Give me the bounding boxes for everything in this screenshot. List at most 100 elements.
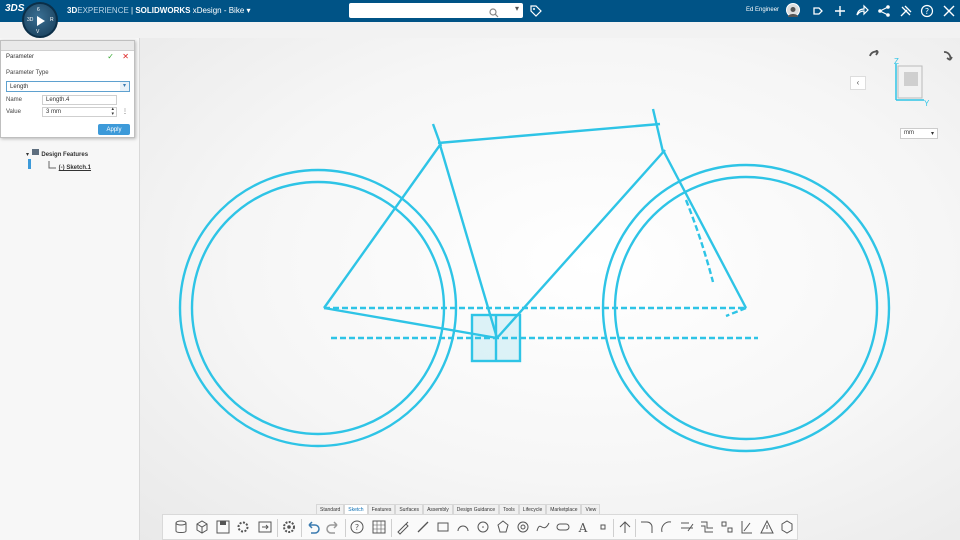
tab-standard[interactable]: Standard bbox=[316, 504, 345, 514]
chevron-down-icon[interactable]: ▾ bbox=[931, 130, 934, 137]
slot-icon[interactable] bbox=[555, 519, 571, 535]
tools-icon[interactable] bbox=[942, 4, 956, 18]
graphics-viewport[interactable]: ‹ Z Y bbox=[140, 38, 960, 540]
confirm-icon[interactable]: ✓ bbox=[107, 52, 114, 61]
tab-view[interactable]: View bbox=[581, 504, 601, 514]
rotate-left-icon bbox=[869, 50, 879, 57]
play-icon[interactable] bbox=[37, 16, 45, 26]
extend-icon[interactable] bbox=[659, 519, 675, 535]
tree-item-design-features[interactable]: ▾ Design Features bbox=[26, 148, 88, 158]
undo-icon[interactable] bbox=[305, 519, 321, 535]
tab-tools[interactable]: Tools bbox=[499, 504, 519, 514]
export-icon[interactable] bbox=[257, 519, 273, 535]
settings-icon[interactable] bbox=[281, 519, 297, 535]
units-dropdown[interactable]: mm ▾ bbox=[900, 128, 938, 139]
search-box[interactable]: ▾ bbox=[349, 3, 523, 21]
pattern-icon[interactable] bbox=[719, 519, 735, 535]
constraint-icon[interactable] bbox=[759, 519, 775, 535]
share-icon[interactable] bbox=[811, 4, 825, 18]
value-field[interactable]: 3 mm ▴ ▾ bbox=[42, 107, 117, 117]
dialog-grip[interactable] bbox=[1, 41, 134, 51]
tab-marketplace[interactable]: Marketplace bbox=[546, 504, 582, 514]
selection-marker bbox=[28, 159, 31, 169]
tools-icon[interactable] bbox=[899, 4, 913, 18]
search-icon[interactable] bbox=[489, 5, 499, 23]
search-dropdown-icon[interactable]: ▾ bbox=[515, 4, 519, 13]
rectangle-icon[interactable] bbox=[435, 519, 451, 535]
top-tube bbox=[437, 122, 661, 145]
help-icon[interactable]: ? bbox=[920, 4, 934, 18]
svg-text:A: A bbox=[578, 521, 588, 535]
tree-item-sketch[interactable]: (-) Sketch.1 bbox=[48, 160, 91, 171]
view-icon[interactable] bbox=[779, 519, 795, 535]
dimension-icon[interactable] bbox=[739, 519, 755, 535]
tab-lifecycle[interactable]: Lifecycle bbox=[518, 504, 547, 514]
mirror-icon[interactable] bbox=[617, 519, 633, 535]
avatar[interactable] bbox=[786, 3, 800, 17]
chevron-down-icon[interactable]: ▾ bbox=[247, 6, 251, 15]
parameter-type-label: Parameter Type bbox=[6, 70, 49, 76]
compass-label: V bbox=[36, 29, 40, 35]
app-title[interactable]: 3DEXPERIENCE | SOLIDWORKS xDesign - Bike… bbox=[67, 6, 251, 15]
rotate-right-icon bbox=[943, 51, 953, 61]
fork bbox=[661, 149, 748, 309]
name-field[interactable]: Length.4 bbox=[42, 95, 117, 105]
close-icon[interactable]: ✕ bbox=[122, 52, 129, 61]
gear-cube-icon[interactable] bbox=[235, 519, 251, 535]
bike-sketch[interactable] bbox=[140, 38, 960, 540]
compass-label: R bbox=[50, 17, 54, 23]
parameter-dialog: Parameter ✓ ✕ Parameter Type Length ▾ Na… bbox=[0, 40, 135, 138]
fillet-icon[interactable] bbox=[639, 519, 655, 535]
more-options-icon[interactable]: ⋮ bbox=[122, 108, 128, 115]
head-tube bbox=[651, 108, 665, 153]
point-icon[interactable] bbox=[595, 519, 611, 535]
network-icon[interactable] bbox=[877, 4, 891, 18]
units-value: mm bbox=[904, 130, 914, 136]
tab-features[interactable]: Features bbox=[367, 504, 396, 514]
parameter-type-value: Length bbox=[10, 84, 29, 90]
redo-icon[interactable] bbox=[325, 519, 341, 535]
line-icon[interactable] bbox=[415, 519, 431, 535]
stepper-icon[interactable]: ▴ ▾ bbox=[111, 107, 114, 117]
share-arrow-icon[interactable] bbox=[855, 4, 869, 18]
circle-icon[interactable] bbox=[475, 519, 491, 535]
action-bar-tabs: Standard Sketch Features Surfaces Assemb… bbox=[316, 504, 601, 514]
brand-3d: 3D bbox=[67, 6, 78, 15]
seat-stay bbox=[323, 144, 441, 309]
save-icon[interactable] bbox=[215, 519, 231, 535]
pen-icon[interactable] bbox=[395, 519, 411, 535]
tree-label: (-) Sketch.1 bbox=[58, 165, 92, 171]
spline-icon[interactable] bbox=[535, 519, 551, 535]
arc-icon[interactable] bbox=[455, 519, 471, 535]
polygon-icon[interactable] bbox=[495, 519, 511, 535]
compass-label: 6 bbox=[37, 7, 40, 13]
trim-icon[interactable] bbox=[679, 519, 695, 535]
user-name[interactable]: Ed Engineer bbox=[746, 7, 779, 13]
layers-icon[interactable] bbox=[173, 519, 189, 535]
tab-surfaces[interactable]: Surfaces bbox=[395, 504, 424, 514]
tab-sketch[interactable]: Sketch bbox=[344, 504, 368, 514]
apply-button[interactable]: Apply bbox=[98, 124, 130, 135]
value-value: 3 mm bbox=[46, 109, 61, 115]
offset-icon[interactable] bbox=[699, 519, 715, 535]
toolbar-separator bbox=[391, 519, 392, 537]
cube-icon[interactable] bbox=[194, 519, 210, 535]
help-icon[interactable]: ? bbox=[349, 519, 365, 535]
parameter-type-select[interactable]: Length ▾ bbox=[6, 81, 130, 92]
features-icon bbox=[31, 149, 39, 155]
plus-icon[interactable] bbox=[833, 4, 847, 18]
app-name: xDesign bbox=[192, 6, 222, 15]
chevron-left-icon[interactable]: ‹ bbox=[850, 76, 866, 90]
dialog-title: Parameter bbox=[6, 54, 35, 60]
chevron-down-icon[interactable]: ▾ bbox=[120, 82, 129, 91]
compass-widget[interactable]: 6 3D R V bbox=[22, 2, 58, 38]
tab-assembly[interactable]: Assembly bbox=[423, 504, 453, 514]
text-icon[interactable]: A bbox=[575, 519, 591, 535]
tag-icon[interactable] bbox=[530, 4, 542, 22]
circle-icon[interactable] bbox=[515, 519, 531, 535]
view-cube[interactable]: Z Y bbox=[868, 50, 954, 112]
search-input[interactable] bbox=[349, 6, 479, 21]
tab-design-guidance[interactable]: Design Guidance bbox=[452, 504, 500, 514]
grid-icon[interactable] bbox=[371, 519, 387, 535]
chevron-down-icon[interactable]: ▾ bbox=[26, 152, 29, 158]
